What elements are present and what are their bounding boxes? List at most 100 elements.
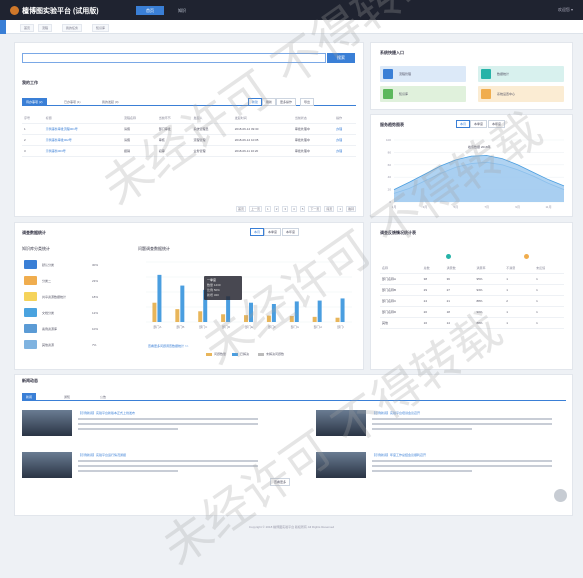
- quick-entry-icon: [481, 69, 491, 79]
- table-row[interactable]: 1 示例事务审批流程001号 请假 部门审批 系统管理员 2018-06-12 …: [22, 123, 356, 135]
- category-label[interactable]: 共享资源数据统计: [42, 295, 66, 299]
- search-button[interactable]: 搜索: [327, 53, 355, 63]
- bar-chart-more-link[interactable]: 查看更多问题调查数据统计 >>: [148, 344, 188, 348]
- news-thumbnail[interactable]: [22, 452, 72, 478]
- news-title-link[interactable]: 【示例新闻】实验平台培训会议召开: [372, 411, 420, 415]
- news-summary-line: [78, 460, 258, 462]
- table-row[interactable]: 3 示例事务003号 报销 初审 业务管理 2018-06-11 16:20 审…: [22, 145, 356, 157]
- news-summary-line: [372, 470, 472, 472]
- news-more-button[interactable]: 查看更多: [270, 478, 291, 486]
- stats-year-button[interactable]: 本年度: [282, 228, 300, 236]
- handle-link[interactable]: 办理: [334, 145, 356, 157]
- table-row[interactable]: 部门名称C 24 21 88% 2 1: [380, 295, 564, 307]
- category-value: 23%: [92, 279, 99, 283]
- news-title-link[interactable]: 【示例新闻】年度工作总结会议顺利召开: [372, 453, 426, 457]
- category-icon: [24, 340, 37, 349]
- quick-entry-tile[interactable]: 数据统计: [478, 66, 564, 82]
- pager-item[interactable]: 3: [282, 206, 289, 212]
- pager-item[interactable]: 首页: [236, 206, 247, 212]
- table-cell-link[interactable]: 示例事务审批002号: [43, 134, 122, 146]
- pager-item[interactable]: 4: [291, 206, 297, 212]
- legend-item[interactable]: 未解决问题数: [258, 352, 284, 356]
- bar: [289, 316, 294, 322]
- category-icon: [24, 324, 37, 333]
- news-thumbnail[interactable]: [316, 410, 366, 436]
- news-summary-line: [372, 465, 552, 467]
- table-cell: 审批处理中: [292, 123, 335, 135]
- bar: [312, 316, 317, 322]
- table-cell: 88%: [474, 295, 505, 307]
- table-cell: 请假: [121, 134, 157, 146]
- pager-item[interactable]: 上一页: [249, 206, 263, 212]
- table-cell: 36: [444, 273, 475, 285]
- news-thumbnail[interactable]: [22, 410, 72, 436]
- search-input[interactable]: [22, 53, 326, 63]
- new-button[interactable]: 新建: [248, 98, 263, 106]
- x-tick-label: 部门E: [245, 324, 253, 329]
- table-row[interactable]: 部门名称A 38 36 95% 1 1: [380, 273, 564, 285]
- nav-tab-home[interactable]: 首页: [136, 6, 164, 15]
- export-button[interactable]: 导出: [300, 98, 315, 106]
- nav-tab-knowledge[interactable]: 知识: [168, 6, 196, 15]
- quick-entry-tile[interactable]: 系统设置中心: [478, 86, 564, 102]
- refresh-button[interactable]: 刷新: [262, 98, 277, 106]
- legend-item[interactable]: 问题数量: [206, 352, 226, 356]
- breadcrumb-item[interactable]: 我的任务: [62, 24, 83, 32]
- tooltip-line: 数量 1230: [207, 283, 221, 287]
- quick-entry-tile[interactable]: 知识库: [380, 86, 466, 102]
- news-thumbnail[interactable]: [316, 452, 366, 478]
- pager-item[interactable]: 尾页: [324, 206, 335, 212]
- news-title-link[interactable]: 【示例新闻】实验平台新版本正式上线发布: [78, 411, 135, 415]
- breadcrumb-item[interactable]: 流程: [38, 24, 53, 32]
- quick-entry-icon: [481, 89, 491, 99]
- table-cell-link[interactable]: 示例事务003号: [43, 145, 122, 157]
- col-header: 序号: [22, 114, 44, 124]
- table-row[interactable]: 部门名称B 29 27 93% 1 1: [380, 284, 564, 296]
- tooltip-line: 一季度: [207, 278, 217, 282]
- handle-link[interactable]: 办理: [334, 123, 356, 135]
- tooltip-line: 比例 50%: [207, 288, 220, 292]
- more-actions-button[interactable]: 更多操作: [276, 98, 297, 106]
- category-label[interactable]: 默认分类: [42, 263, 54, 267]
- y-tick-label: 40: [388, 175, 392, 179]
- trend-quarter-button[interactable]: 本季度: [470, 120, 488, 128]
- legend-item[interactable]: 已解决: [232, 352, 249, 356]
- category-label[interactable]: 分类二: [42, 279, 51, 283]
- pager-item[interactable]: 跳转: [346, 206, 357, 212]
- x-tick-label: 9月: [515, 205, 520, 209]
- pager-item[interactable]: 5: [299, 206, 306, 212]
- pager-item[interactable]: 2: [273, 206, 280, 212]
- breadcrumb-item[interactable]: 首页: [20, 24, 35, 32]
- bar: [152, 302, 157, 322]
- trend-title: 服务趋势图表: [380, 122, 404, 127]
- ranking-table: 名称 总数 满意数 满意率 不满意 未反馈 部门名称A 38 36 95% 1 1 部门名称…: [380, 264, 564, 329]
- pager-item[interactable]: 1: [337, 206, 344, 212]
- trend-year-button[interactable]: 本年度: [488, 120, 506, 128]
- back-to-top-button[interactable]: [554, 489, 567, 502]
- chart-tooltip: 一季度 数量 1230 比例 50% 新增 320: [204, 276, 242, 300]
- table-cell-link[interactable]: 示例事务审批流程001号: [43, 123, 122, 135]
- pager-item[interactable]: 1: [265, 206, 271, 212]
- stats-quarter-button[interactable]: 本季度: [264, 228, 282, 236]
- table-row[interactable]: 2 示例事务审批002号 请假 审核 流程管理 2018-06-12 10:05…: [22, 134, 356, 146]
- menu-toggle-button[interactable]: [0, 20, 6, 34]
- table-row[interactable]: 其他 16 14 88% 1 1: [380, 317, 564, 329]
- table-cell: 1: [504, 306, 535, 318]
- marker-icon: [524, 254, 529, 259]
- pager-item[interactable]: 下一页: [308, 206, 322, 212]
- quick-entry-tile[interactable]: 流程管理: [380, 66, 466, 82]
- handle-link[interactable]: 办理: [334, 134, 356, 146]
- category-label[interactable]: 文档分类: [42, 311, 54, 315]
- user-menu[interactable]: 欢迎您 ▾: [558, 7, 573, 13]
- table-row[interactable]: 部门名称D 20 18 90% 1 1: [380, 306, 564, 318]
- trend-chart: 100 80 60 40 20 01月 3月 5月 7月 9月 11月 峰值数据 2018年: [386, 138, 565, 209]
- bar: [198, 311, 203, 322]
- category-label[interactable]: 其他资源: [42, 343, 54, 347]
- table-cell: 88%: [474, 317, 505, 329]
- trend-month-button[interactable]: 本月: [456, 120, 471, 128]
- stats-month-button[interactable]: 本月: [250, 228, 265, 236]
- category-label[interactable]: 案例资源库: [42, 327, 57, 331]
- table-cell: 审批处理中: [292, 134, 335, 146]
- news-title-link[interactable]: 【示例新闻】实验平台运行情况通报: [78, 453, 126, 457]
- breadcrumb-item[interactable]: 知识库: [92, 24, 110, 32]
